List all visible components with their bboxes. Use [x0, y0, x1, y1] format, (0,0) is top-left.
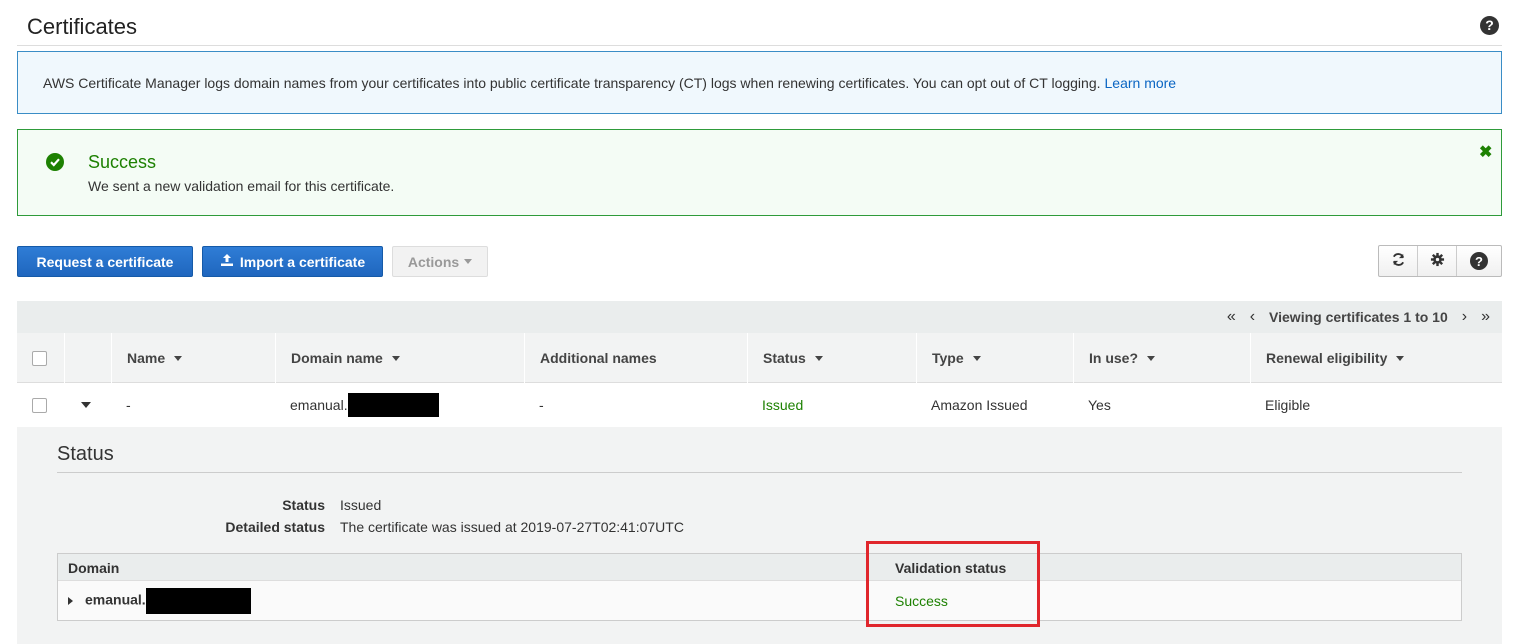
expand-column-header [64, 333, 111, 383]
pagination-bar: « ‹ Viewing certificates 1 to 10 › » [17, 301, 1502, 333]
table-header: Name Domain name Additional names Status… [17, 333, 1502, 383]
pagination-text: Viewing certificates 1 to 10 [1269, 309, 1448, 325]
row-checkbox[interactable] [32, 397, 47, 413]
detail-divider [57, 472, 1462, 473]
redaction-block [145, 588, 251, 614]
column-header-name[interactable]: Name [111, 333, 275, 383]
sort-caret-icon [972, 355, 981, 361]
sort-caret-icon [1147, 355, 1156, 361]
cell-domain: emanual. [290, 383, 439, 427]
column-header-in-use[interactable]: In use? [1073, 333, 1250, 383]
info-banner-text: AWS Certificate Manager logs domain name… [43, 74, 1101, 91]
first-page-button[interactable]: « [1227, 308, 1236, 326]
title-divider [17, 45, 1502, 46]
chevron-down-icon [81, 402, 91, 408]
status-value: Issued [340, 497, 382, 513]
status-label: Status [282, 497, 325, 513]
domain-validation-table: Domain Validation status emanual. Succes… [57, 553, 1462, 621]
detail-section-title: Status [57, 443, 114, 465]
help-icon[interactable]: ? [1480, 16, 1499, 35]
cell-renewal: Eligible [1265, 397, 1311, 413]
gear-icon [1430, 252, 1445, 270]
column-header-status[interactable]: Status [747, 333, 916, 383]
settings-button[interactable] [1418, 246, 1457, 276]
certificate-detail-panel: Status Status Issued Detailed status The… [17, 427, 1502, 644]
upload-icon [220, 253, 234, 270]
sort-caret-icon [391, 355, 400, 361]
sort-caret-icon [814, 355, 823, 361]
column-header-label: Renewal eligibility [1266, 350, 1388, 366]
column-header-label: Name [127, 350, 166, 366]
detailed-status-value: The certificate was issued at 2019-07-27… [340, 519, 684, 535]
cell-name: - [126, 397, 131, 413]
request-certificate-button[interactable]: Request a certificate [17, 246, 193, 277]
refresh-icon [1391, 252, 1406, 270]
validation-domain-text: emanual. [85, 588, 251, 614]
chevron-down-icon [464, 259, 473, 264]
refresh-button[interactable] [1379, 246, 1418, 276]
check-circle-icon [46, 153, 64, 171]
table-row[interactable]: - emanual. - Issued Amazon Issued Yes El… [17, 383, 1502, 427]
request-certificate-label: Request a certificate [36, 253, 174, 270]
validation-table-header: Domain Validation status [58, 554, 1461, 581]
cell-type: Amazon Issued [931, 397, 1028, 413]
alert-message: We sent a new validation email for this … [88, 178, 395, 194]
import-certificate-button[interactable]: Import a certificate [202, 246, 383, 277]
column-header-label: Additional names [540, 350, 657, 366]
help-button[interactable]: ? [1457, 246, 1501, 276]
column-header-label: Status [763, 350, 806, 366]
chevron-right-icon[interactable] [68, 597, 73, 605]
row-checkbox-cell [32, 383, 47, 427]
actions-dropdown[interactable]: Actions [392, 246, 488, 277]
next-page-button[interactable]: › [1462, 308, 1467, 326]
column-header-label: Type [932, 350, 964, 366]
question-circle-icon: ? [1470, 252, 1488, 270]
sort-caret-icon [1396, 355, 1405, 361]
column-header-additional-names: Additional names [524, 333, 747, 383]
column-header-label: In use? [1089, 350, 1139, 366]
last-page-button[interactable]: » [1481, 308, 1490, 326]
validation-domain-prefix: emanual. [85, 591, 146, 608]
cell-in-use: Yes [1088, 397, 1111, 413]
page-title: Certificates [27, 14, 138, 39]
validation-domain-cell[interactable]: emanual. [68, 581, 251, 621]
select-all-checkbox[interactable] [32, 350, 47, 366]
sort-caret-icon [174, 355, 183, 361]
select-all-cell [17, 333, 64, 383]
column-header-renewal[interactable]: Renewal eligibility [1250, 333, 1502, 383]
redaction-block [347, 393, 439, 417]
cell-status: Issued [762, 397, 804, 413]
success-alert: Success We sent a new validation email f… [17, 129, 1502, 216]
cell-additional-names: - [539, 397, 544, 413]
alert-title: Success [88, 152, 157, 172]
close-icon[interactable]: ✖ [1479, 142, 1492, 162]
detailed-status-label: Detailed status [225, 519, 325, 535]
column-header-domain[interactable]: Domain name [275, 333, 524, 383]
ct-logging-info-banner: AWS Certificate Manager logs domain name… [17, 51, 1502, 114]
column-header-domain: Domain [68, 559, 120, 576]
column-header-type[interactable]: Type [916, 333, 1073, 383]
learn-more-link[interactable]: Learn more [1105, 75, 1177, 91]
validation-status-highlight [866, 541, 1040, 627]
import-certificate-label: Import a certificate [239, 253, 366, 270]
column-header-label: Domain name [291, 350, 383, 366]
actions-label: Actions [407, 253, 460, 270]
row-expand-toggle[interactable] [81, 383, 91, 427]
domain-text: emanual. [290, 397, 348, 413]
table-tools: ? [1378, 245, 1502, 277]
prev-page-button[interactable]: ‹ [1250, 308, 1255, 326]
